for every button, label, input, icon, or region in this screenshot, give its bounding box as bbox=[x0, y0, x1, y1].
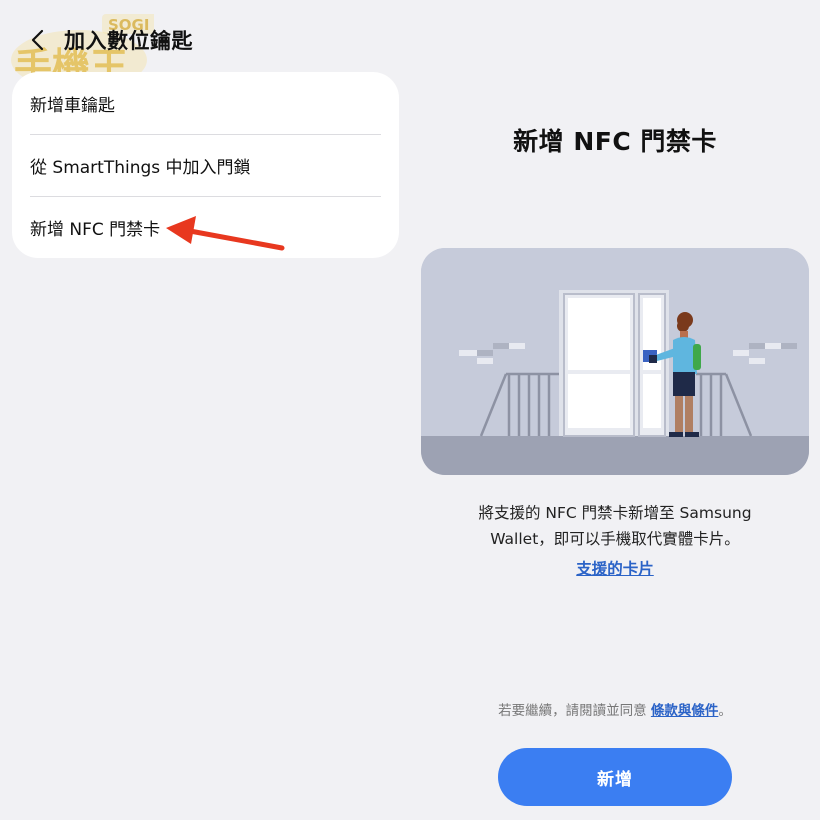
page-title: 加入數位鑰匙 bbox=[64, 29, 193, 53]
description-line: 將支援的 NFC 門禁卡新增至 Samsung bbox=[478, 504, 752, 522]
terms-suffix: 。 bbox=[718, 703, 732, 719]
nfc-door-illustration bbox=[421, 248, 809, 475]
option-add-nfc-access-card[interactable]: 新增 NFC 門禁卡 bbox=[30, 196, 381, 258]
option-label: 新增 NFC 門禁卡 bbox=[30, 220, 161, 240]
add-button[interactable]: 新增 bbox=[498, 748, 732, 806]
chevron-left-icon bbox=[31, 29, 44, 51]
description-line: Wallet，即可以手機取代實體卡片。 bbox=[490, 530, 740, 548]
option-label: 新增車鑰匙 bbox=[30, 95, 115, 116]
supported-cards-link[interactable]: 支援的卡片 bbox=[420, 557, 810, 579]
terms-and-conditions-link[interactable]: 條款與條件 bbox=[651, 703, 719, 719]
terms-prefix: 若要繼續，請閱讀並同意 bbox=[498, 703, 651, 719]
option-add-car-key[interactable]: 新增車鑰匙 bbox=[30, 72, 381, 134]
terms-notice: 若要繼續，請閱讀並同意 條款與條件。 bbox=[420, 699, 810, 719]
page-header: 加入數位鑰匙 bbox=[24, 22, 193, 58]
detail-title: 新增 NFC 門禁卡 bbox=[513, 127, 717, 156]
back-button[interactable] bbox=[24, 22, 52, 58]
option-label: 從 SmartThings 中加入門鎖 bbox=[30, 158, 251, 178]
digital-key-options-list: 新增車鑰匙 從 SmartThings 中加入門鎖 新增 NFC 門禁卡 bbox=[12, 72, 399, 258]
detail-description: 將支援的 NFC 門禁卡新增至 Samsung Wallet，即可以手機取代實體… bbox=[440, 500, 790, 552]
option-add-smartthings-lock[interactable]: 從 SmartThings 中加入門鎖 bbox=[30, 134, 381, 196]
